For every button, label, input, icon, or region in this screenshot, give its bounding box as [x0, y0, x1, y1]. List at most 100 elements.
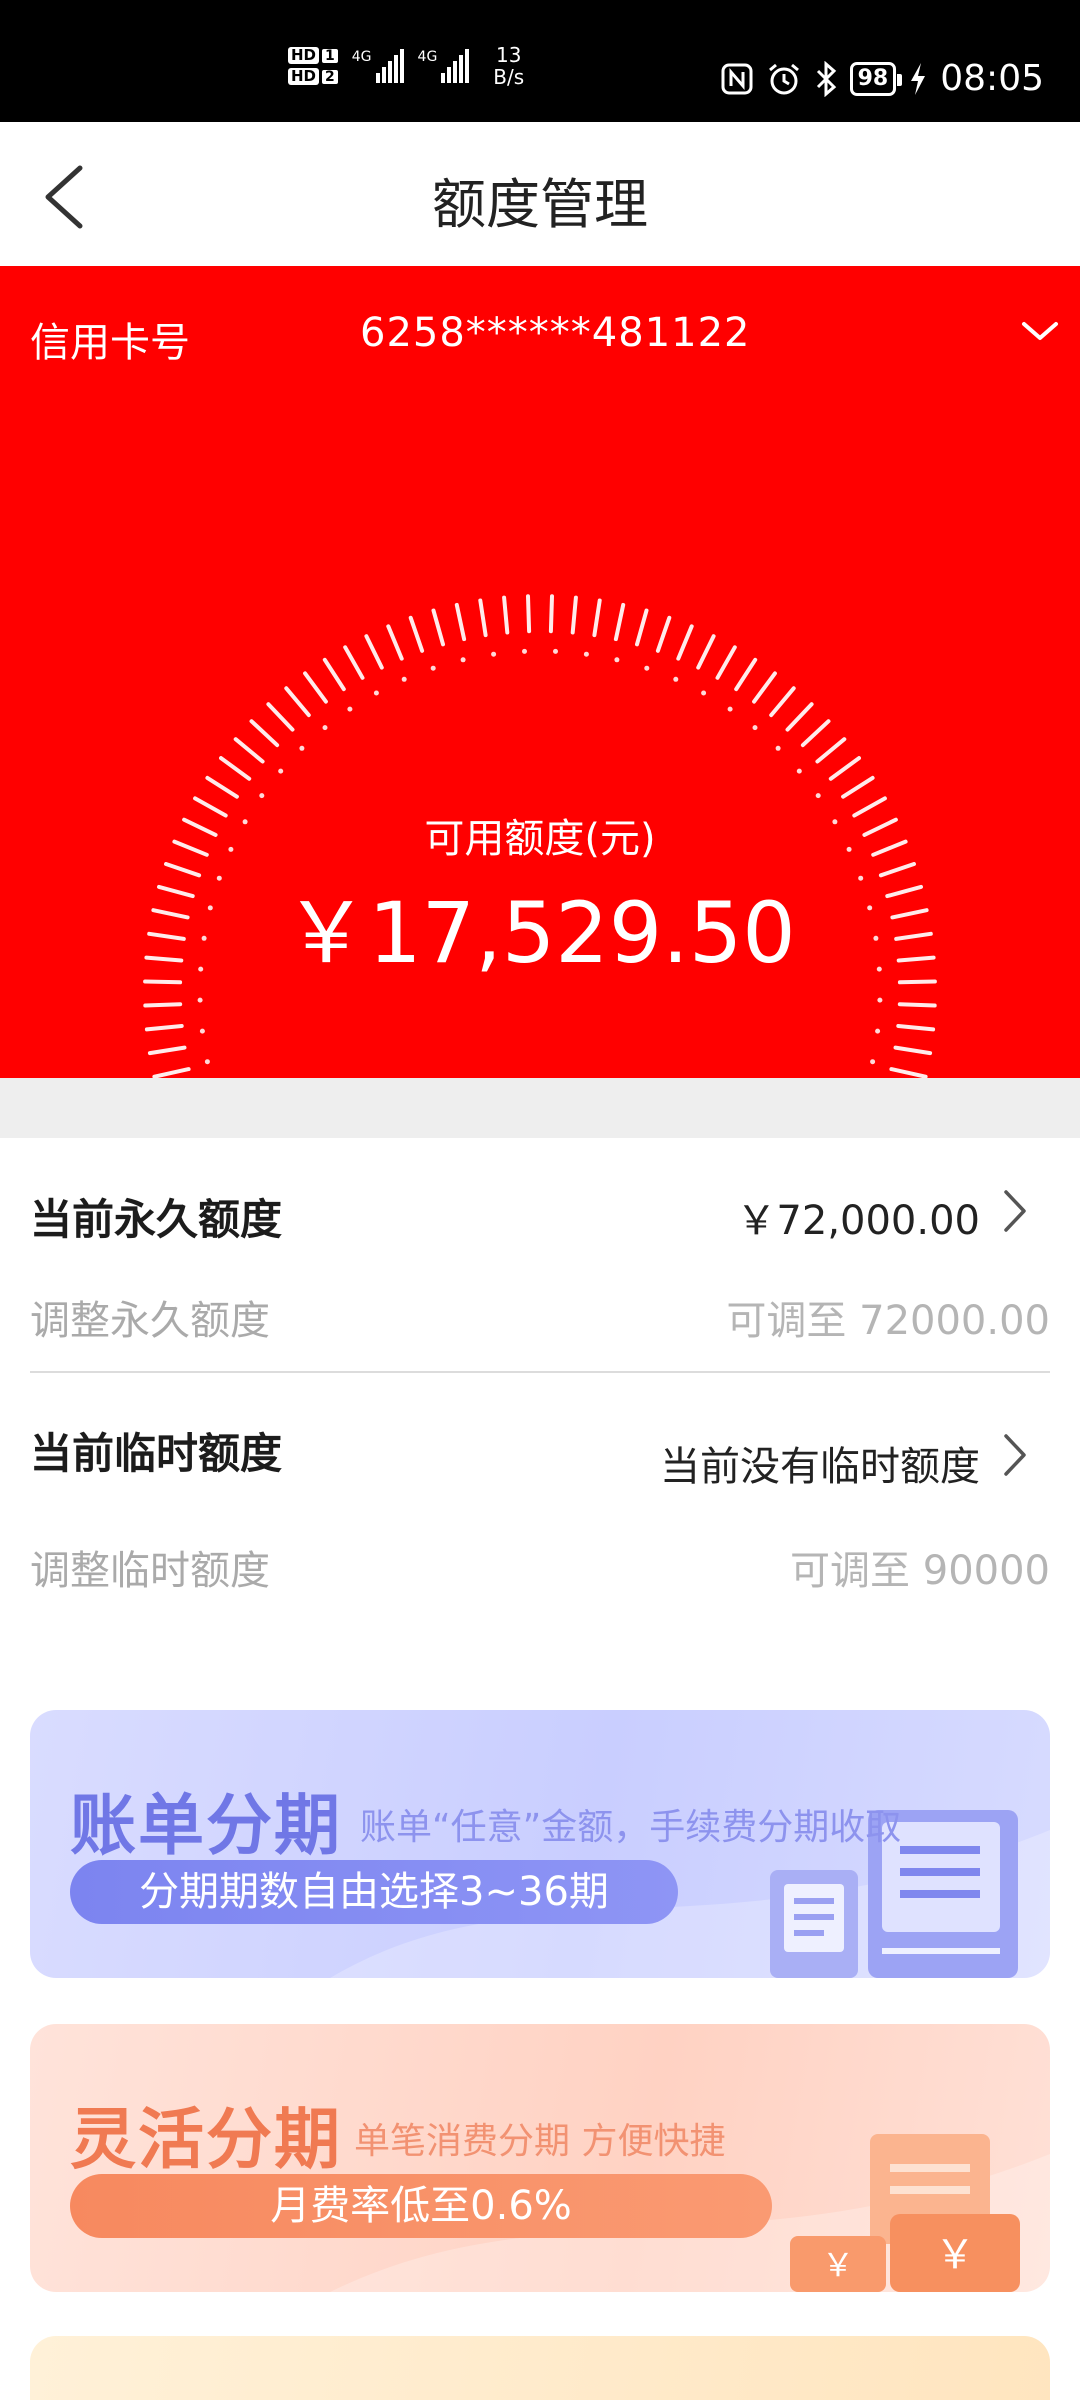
gauge-dot	[347, 706, 353, 712]
signal-icon-sim2: 4G	[418, 49, 470, 83]
gauge-tick	[800, 719, 831, 748]
gauge-dot	[322, 725, 328, 731]
gauge-tick	[896, 1024, 936, 1032]
network-speed-unit: B/s	[493, 65, 525, 89]
available-credit-label: 可用额度(元)	[424, 816, 656, 862]
gauge-tick	[386, 624, 404, 661]
banner-description: 单笔消费分期 方便快捷	[354, 2121, 726, 2162]
bill-installment-banner[interactable]: 账单分期 账单“任意”金额，手续费分期收取 分期期数自由选择3~36期	[30, 1710, 1050, 1978]
adjust-permanent-label: 调整永久额度	[30, 1298, 270, 1344]
charging-icon	[911, 62, 926, 95]
temporary-credit-title: 当前临时额度	[30, 1429, 283, 1478]
gauge-tick	[147, 1045, 187, 1056]
network-indicators: HD 1 HD 2 4G 4G 13 B/s	[288, 44, 524, 88]
gauge-tick	[592, 598, 602, 638]
gauge-dot	[583, 651, 589, 657]
gauge-tick	[769, 686, 796, 718]
gauge-tick	[752, 671, 777, 704]
gauge-dot	[299, 745, 305, 751]
gauge-tick	[266, 702, 295, 732]
hd-sim1: HD 1	[288, 47, 338, 64]
battery-icon: 98	[849, 61, 902, 96]
alarm-icon	[768, 63, 799, 94]
gauge-dot	[815, 793, 821, 799]
svg-text:￥: ￥	[822, 2246, 854, 2284]
gauge-tick	[676, 624, 694, 661]
network-speed: 13 B/s	[493, 44, 524, 88]
gauge-tick	[526, 594, 532, 634]
gauge-tick	[893, 1045, 933, 1056]
gauge-dot	[430, 665, 436, 671]
system-indicators: 98 08:05	[720, 58, 1044, 99]
gauge-tick	[635, 608, 649, 647]
gauge-dot	[644, 665, 650, 671]
card-number-label: 信用卡号	[30, 320, 190, 366]
gauge-dot	[460, 657, 466, 663]
gauge-dot	[373, 690, 379, 696]
promo-banner-partial[interactable]	[30, 2336, 1050, 2400]
gauge-dot	[701, 690, 707, 696]
adjust-permanent-value: 可调至 72000.00	[726, 1298, 1050, 1344]
flexible-installment-banner[interactable]: ￥ ￥ 灵活分期 单笔消费分期 方便快捷 月费率低至0.6%	[30, 2024, 1050, 2292]
gauge-dot	[553, 648, 558, 654]
available-credit-amount: ￥17,529.50	[284, 884, 796, 982]
permanent-credit-value: ￥72,000.00	[736, 1198, 980, 1244]
gauge-tick	[322, 657, 346, 692]
gauge-tick	[897, 1002, 937, 1008]
nav-bar: 额度管理	[0, 122, 1080, 266]
nfc-icon	[721, 63, 753, 94]
gauge-tick	[889, 1067, 928, 1078]
gauge-tick	[696, 634, 716, 670]
gauge-tick	[502, 595, 510, 635]
gauge-dot	[491, 651, 497, 657]
page-title: 额度管理	[432, 173, 648, 236]
gauge-dot	[197, 997, 203, 1003]
gauge-tick	[478, 598, 488, 638]
bluetooth-icon	[816, 60, 836, 97]
gauge-tick	[734, 657, 758, 692]
gauge-tick	[219, 756, 252, 781]
gauge-dot	[259, 793, 265, 799]
gauge-tick	[655, 615, 672, 653]
banner-pill-button[interactable]: 分期期数自由选择3~36期	[70, 1860, 678, 1924]
card-number[interactable]: 6258******481122	[360, 310, 751, 356]
chevron-down-icon[interactable]	[1020, 316, 1060, 346]
chevron-right-icon[interactable]	[1000, 1186, 1030, 1236]
chevron-right-icon[interactable]	[1000, 1430, 1030, 1480]
gauge-dot	[204, 1059, 210, 1065]
gauge-tick	[233, 737, 265, 764]
gauge-tick	[454, 602, 467, 642]
gauge-dot	[401, 676, 407, 682]
gauge-dot	[775, 745, 781, 751]
gauge-dot	[877, 997, 883, 1003]
gauge-tick	[408, 615, 425, 653]
gauge-tick	[364, 634, 384, 670]
gauge-tick	[431, 608, 445, 647]
gauge-tick	[828, 756, 861, 781]
gauge-dot	[199, 1028, 205, 1034]
gauge-tick	[143, 1002, 183, 1008]
gauge-dot	[727, 706, 733, 712]
adjust-temporary-value: 可调至 90000	[790, 1548, 1050, 1594]
network-speed-value: 13	[496, 43, 522, 67]
clock: 08:05	[940, 58, 1044, 99]
yuan-coin-icon: ￥ ￥	[790, 2134, 1020, 2292]
gauge-tick	[205, 775, 239, 799]
section-separator	[0, 1078, 1080, 1138]
gauge-tick	[785, 702, 814, 732]
banner-title: 灵活分期	[70, 2101, 342, 2178]
gauge-tick	[303, 671, 328, 704]
banner-pill-button[interactable]: 月费率低至0.6%	[70, 2174, 772, 2238]
adjust-temporary-label: 调整临时额度	[30, 1548, 270, 1594]
svg-text:￥: ￥	[935, 2232, 975, 2278]
available-credit-panel: 信用卡号 6258******481122 可用额度(元) ￥17,529.50	[0, 266, 1080, 1078]
gauge-tick	[570, 595, 578, 635]
gauge-dot	[752, 725, 758, 731]
gauge-dot	[673, 676, 679, 682]
gauge-dot	[870, 1059, 876, 1065]
banner-title: 账单分期	[70, 1787, 342, 1864]
banner-description: 账单“任意”金额，手续费分期收取	[360, 1807, 902, 1848]
divider	[30, 1371, 1050, 1373]
gauge-dot	[278, 768, 284, 774]
signal-icon-sim1: 4G	[352, 49, 404, 83]
